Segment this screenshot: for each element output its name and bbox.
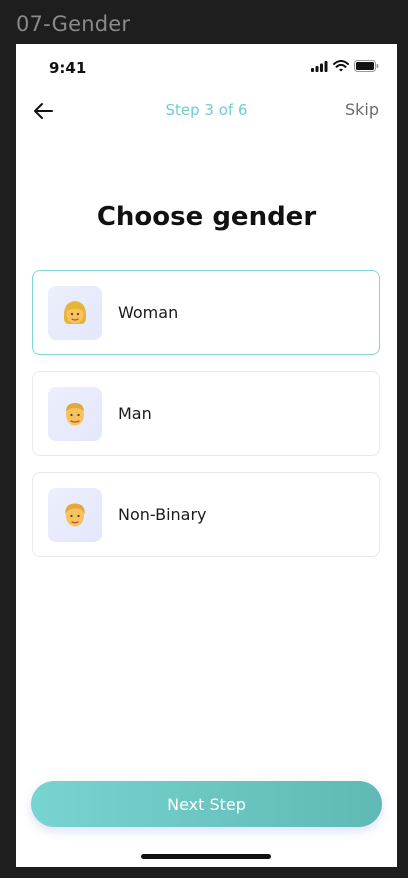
status-bar: 9:41 <box>16 44 397 88</box>
status-icons <box>311 60 379 72</box>
person-avatar-icon <box>65 503 85 527</box>
signal-icon <box>311 60 328 72</box>
phone-screen: 9:41 Step 3 of 6 Skip Choose gender Woma… <box>16 44 397 867</box>
nav-bar: Step 3 of 6 Skip <box>16 96 397 128</box>
option-label: Woman <box>118 303 179 322</box>
option-label: Man <box>118 404 152 423</box>
gender-option-non-binary[interactable]: Non-Binary <box>32 472 380 557</box>
gender-option-man[interactable]: Man <box>32 371 380 456</box>
next-step-button[interactable]: Next Step <box>31 781 382 827</box>
frame-label: 07-Gender <box>16 12 131 36</box>
man-avatar-icon <box>66 403 84 426</box>
wifi-icon <box>333 60 349 72</box>
skip-button[interactable]: Skip <box>345 100 379 119</box>
status-time: 9:41 <box>49 59 87 77</box>
page-title: Choose gender <box>96 202 317 232</box>
battery-icon <box>354 60 379 72</box>
avatar-tile <box>48 488 102 542</box>
option-label: Non-Binary <box>118 505 207 524</box>
step-indicator: Step 3 of 6 <box>165 101 248 119</box>
home-indicator <box>141 854 271 859</box>
avatar-tile <box>48 286 102 340</box>
woman-avatar-icon <box>63 301 87 324</box>
gender-option-woman[interactable]: Woman <box>32 270 380 355</box>
avatar-tile <box>48 387 102 441</box>
